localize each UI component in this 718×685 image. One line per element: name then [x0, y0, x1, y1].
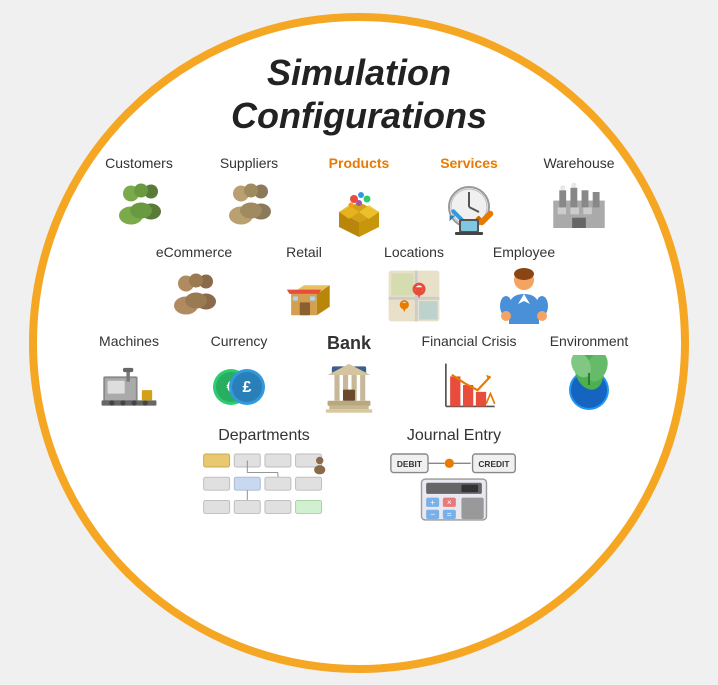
- suppliers-icon: [214, 175, 284, 240]
- machines-icon: [94, 353, 164, 418]
- svg-text:CREDIT: CREDIT: [478, 459, 509, 469]
- row-3: Machines: [57, 333, 661, 423]
- item-retail[interactable]: Retail: [249, 244, 359, 329]
- item-ecommerce[interactable]: eCommerce: [139, 244, 249, 329]
- svg-text:£: £: [243, 379, 252, 396]
- item-warehouse[interactable]: Warehouse: [524, 155, 634, 240]
- svg-text:=: =: [447, 509, 452, 519]
- simulation-circle: Simulation Configurations Customers: [29, 13, 689, 673]
- item-environment[interactable]: Environment: [534, 333, 644, 423]
- item-machines[interactable]: Machines: [74, 333, 184, 423]
- item-journal-entry[interactable]: Journal Entry DEBIT CREDIT: [374, 427, 534, 524]
- item-services[interactable]: Services: [414, 155, 524, 240]
- item-departments[interactable]: Departments: [184, 427, 344, 524]
- svg-text:−: −: [430, 509, 435, 519]
- row-1: Customers Suppliers: [57, 155, 661, 240]
- services-icon: [434, 175, 504, 240]
- item-suppliers[interactable]: Suppliers: [194, 155, 304, 240]
- svg-text:+: +: [430, 497, 435, 507]
- bank-icon: BANK: [314, 358, 384, 423]
- warehouse-icon: [544, 175, 614, 240]
- financial-crisis-icon: [434, 353, 504, 418]
- journal-entry-icon: DEBIT CREDIT +: [389, 449, 519, 524]
- customers-icon: [104, 175, 174, 240]
- locations-icon: [379, 264, 449, 329]
- environment-icon: [554, 353, 624, 418]
- item-bank[interactable]: Bank BANK: [294, 333, 404, 423]
- svg-text:×: ×: [447, 497, 452, 507]
- ecommerce-icon: [159, 264, 229, 329]
- item-locations[interactable]: Locations: [359, 244, 469, 329]
- item-products[interactable]: Products: [304, 155, 414, 240]
- retail-icon: [269, 264, 339, 329]
- employee-icon: [489, 264, 559, 329]
- currency-icon: € £: [204, 353, 274, 418]
- row-2: eCommerce Retail: [57, 244, 661, 329]
- products-icon: [324, 175, 394, 240]
- item-customers[interactable]: Customers: [84, 155, 194, 240]
- item-financial-crisis[interactable]: Financial Crisis: [404, 333, 534, 423]
- svg-text:DEBIT: DEBIT: [397, 459, 422, 469]
- item-currency[interactable]: Currency € £: [184, 333, 294, 423]
- main-title: Simulation Configurations: [231, 51, 487, 137]
- item-employee[interactable]: Employee: [469, 244, 579, 329]
- row-4: Departments: [57, 427, 661, 524]
- departments-icon: [199, 449, 329, 524]
